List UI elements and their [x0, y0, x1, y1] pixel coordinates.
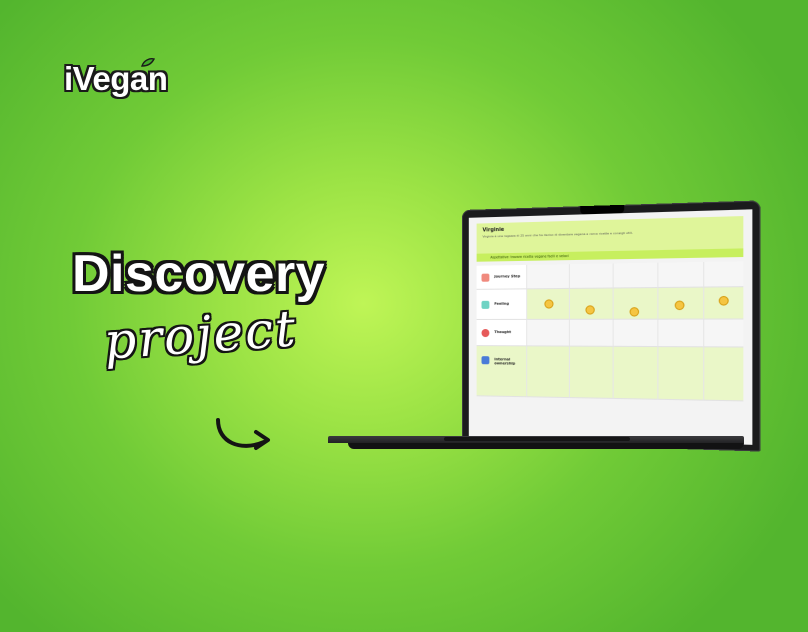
- laptop-screen: Virginie Virginie è una ragazza di 25 an…: [462, 200, 761, 452]
- hero-subtitle: project: [102, 299, 299, 371]
- emotion-dot: [585, 305, 595, 315]
- row-thought: Thought: [476, 319, 744, 348]
- steps-icon: [481, 273, 490, 282]
- journey-map-title: Virginie: [482, 226, 505, 234]
- feeling-icon: [481, 300, 490, 309]
- laptop-base: [328, 436, 744, 450]
- curved-arrow-icon: [216, 418, 270, 450]
- emotion-dot: [629, 307, 640, 317]
- ownership-icon: [481, 356, 490, 365]
- emotion-dot: [544, 299, 554, 309]
- row-label: Feeling: [494, 301, 509, 306]
- leaf-icon: [141, 58, 156, 67]
- thought-icon: [481, 329, 490, 338]
- expectations-text: Aspettative: trovare ricette vegane faci…: [490, 253, 569, 260]
- row-label: Thought: [494, 330, 512, 335]
- row-internal-ownership: Internal ownership: [476, 346, 744, 402]
- emotion-dot: [674, 300, 685, 311]
- journey-map-screen: Virginie Virginie è una ragazza di 25 an…: [468, 209, 753, 445]
- journey-map-description: Virginie è una ragazza di 25 anni che ha…: [482, 230, 633, 239]
- row-label: Journey Step: [494, 274, 521, 279]
- journey-map-header: Virginie Virginie è una ragazza di 25 an…: [476, 216, 744, 254]
- row-feeling: Feeling: [476, 287, 744, 320]
- row-journey-step: Journey Step: [476, 261, 744, 290]
- hero-title: Discovery: [72, 245, 326, 303]
- row-label: Internal ownership: [494, 357, 516, 366]
- emotion-dot: [718, 295, 729, 306]
